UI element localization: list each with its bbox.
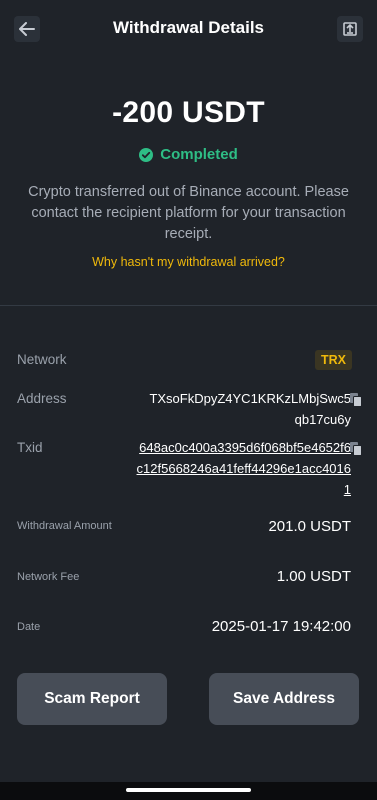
status-badge: Completed xyxy=(0,146,377,163)
network-badge: TRX xyxy=(315,350,352,370)
network-fee-label: Network Fee xyxy=(17,571,80,583)
header: Withdrawal Details xyxy=(0,0,377,58)
network-label: Network xyxy=(17,352,67,367)
system-nav-bar xyxy=(0,782,377,800)
address-label: Address xyxy=(17,391,67,406)
date-label: Date xyxy=(17,621,41,633)
copy-txid-button[interactable] xyxy=(349,441,363,457)
txid-label: Txid xyxy=(17,440,43,455)
withdrawal-help-link[interactable]: Why hasn't my withdrawal arrived? xyxy=(0,255,377,269)
copy-icon xyxy=(350,442,362,456)
network-fee-value: 1.00 USDT xyxy=(276,568,351,585)
withdrawal-amount-heading: -200 USDT xyxy=(112,96,265,129)
address-value: TXsoFkDpyZ4YC1KRKzLMbjSwc5qb17cu6y xyxy=(149,391,351,427)
status-text: Completed xyxy=(160,146,238,163)
home-indicator[interactable] xyxy=(126,788,251,792)
share-export-icon xyxy=(343,22,357,36)
page-title: Withdrawal Details xyxy=(113,18,264,37)
share-button[interactable] xyxy=(337,16,363,42)
withdrawal-amount-label: Withdrawal Amount xyxy=(17,520,112,532)
copy-icon xyxy=(350,393,362,407)
date-value: 2025-01-17 19:42:00 xyxy=(211,618,351,635)
status-description: Crypto transferred out of Binance accoun… xyxy=(28,184,349,242)
divider xyxy=(0,305,377,306)
copy-address-button[interactable] xyxy=(349,392,363,408)
txid-link[interactable]: 648ac0c400a3395d6f068bf5e4652f6c12f56682… xyxy=(133,437,351,500)
withdrawal-amount-value: 201.0 USDT xyxy=(268,518,351,535)
check-circle-icon xyxy=(139,147,154,162)
scam-report-button[interactable]: Scam Report xyxy=(17,673,167,725)
save-address-button[interactable]: Save Address xyxy=(209,673,359,725)
